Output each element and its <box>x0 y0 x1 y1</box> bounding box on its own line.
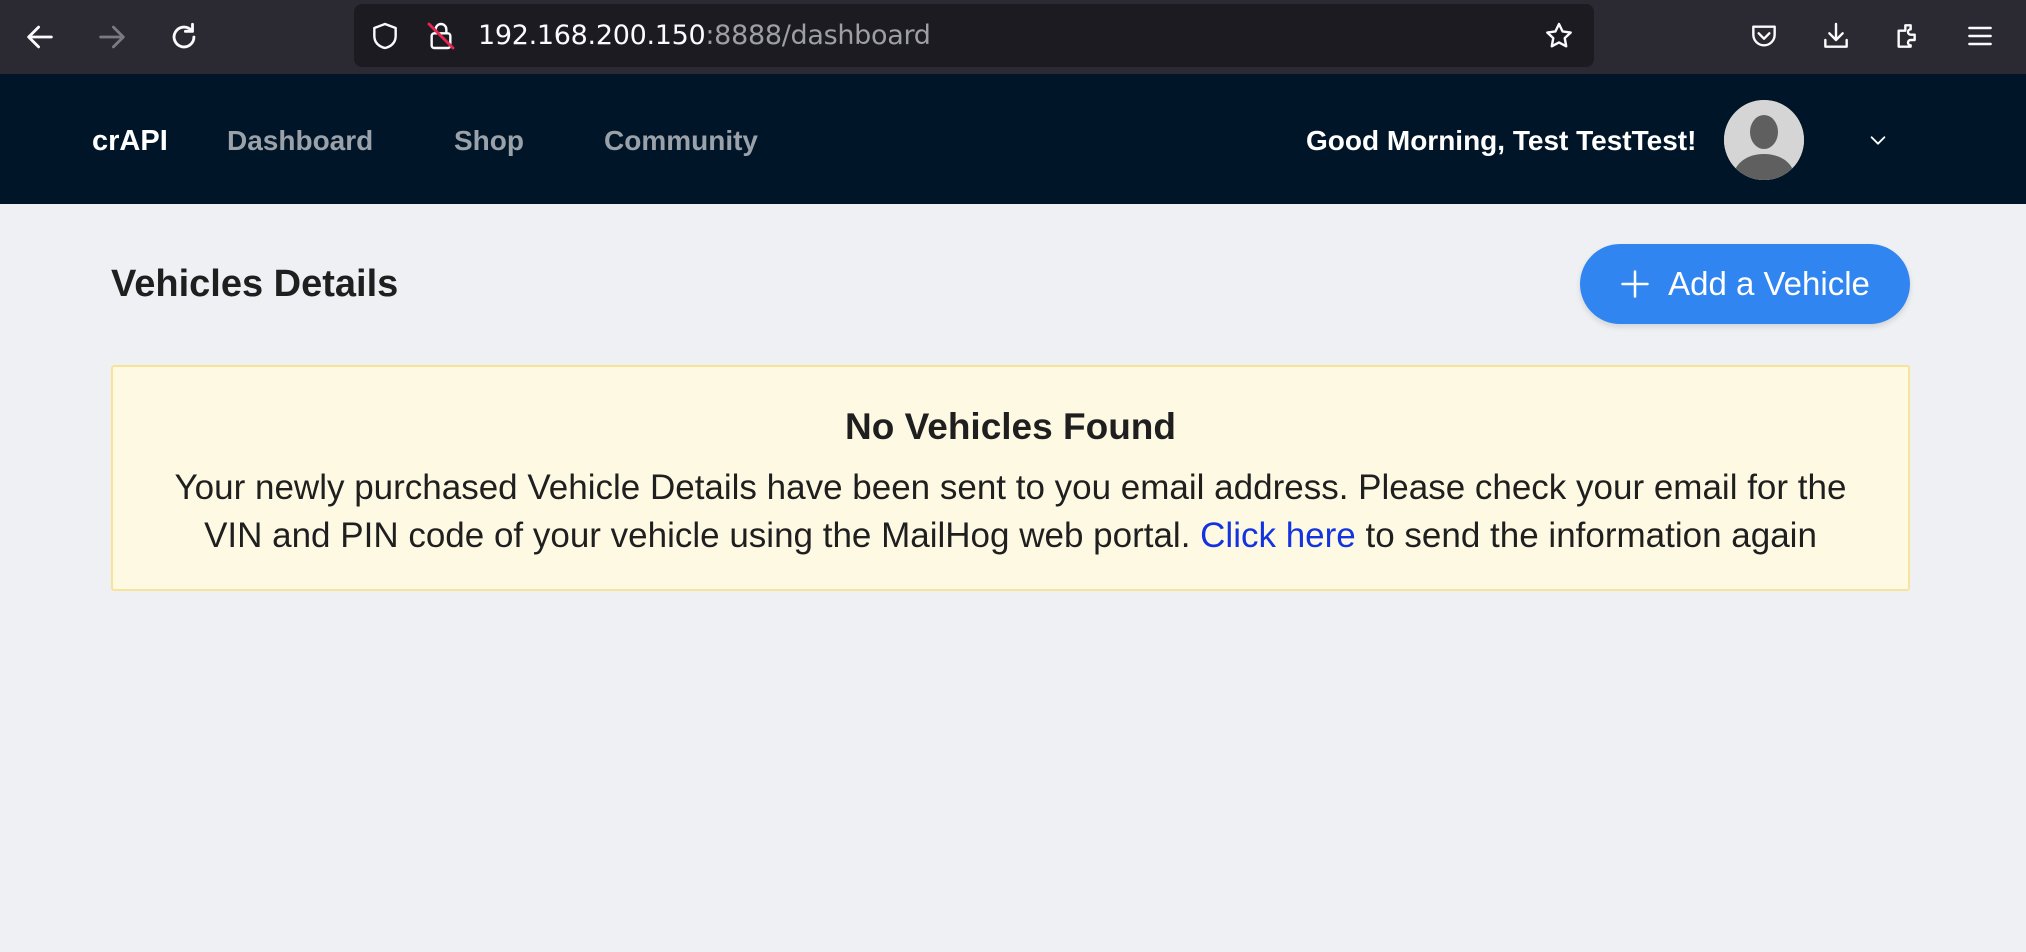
back-arrow-icon[interactable] <box>16 13 64 61</box>
nav-link-dashboard[interactable]: Dashboard <box>227 74 373 204</box>
alert-text-line2: VIN and PIN code of your vehicle using t… <box>204 516 1191 555</box>
avatar[interactable] <box>1724 100 1804 180</box>
browser-toolbar: 192.168.200.150:8888/dashboard <box>0 0 2026 74</box>
address-bar[interactable]: 192.168.200.150:8888/dashboard <box>354 4 1594 67</box>
user-silhouette-icon <box>1724 100 1804 180</box>
resend-info-link[interactable]: Click here <box>1200 516 1356 555</box>
chevron-down-icon[interactable] <box>1864 126 1892 154</box>
nav-link-community[interactable]: Community <box>604 74 758 204</box>
forward-arrow-icon[interactable] <box>88 13 136 61</box>
alert-text-after-link: to send the information again <box>1365 516 1817 555</box>
star-bookmark-icon[interactable] <box>1542 19 1576 53</box>
url-host: 192.168.200.150 <box>478 20 706 51</box>
extensions-icon[interactable] <box>1886 14 1930 58</box>
url-text[interactable]: 192.168.200.150:8888/dashboard <box>478 4 931 67</box>
download-icon[interactable] <box>1814 14 1858 58</box>
hamburger-menu-icon[interactable] <box>1958 14 2002 58</box>
url-path: :8888/dashboard <box>705 20 931 51</box>
alert-text-line1: Your newly purchased Vehicle Details hav… <box>174 468 1847 507</box>
app-navbar: crAPI Dashboard Shop Community Good Morn… <box>0 74 2026 204</box>
no-vehicles-alert: No Vehicles Found Your newly purchased V… <box>111 365 1910 591</box>
pocket-icon[interactable] <box>1742 14 1786 58</box>
shield-icon[interactable] <box>368 19 402 53</box>
plus-icon <box>1621 270 1649 298</box>
add-vehicle-button[interactable]: Add a Vehicle <box>1580 244 1910 324</box>
user-greeting: Good Morning, Test TestTest! <box>1306 125 1697 156</box>
add-vehicle-label: Add a Vehicle <box>1668 265 1870 302</box>
alert-title: No Vehicles Found <box>845 406 1176 447</box>
reload-icon[interactable] <box>160 13 208 61</box>
insecure-lock-icon[interactable] <box>424 19 458 53</box>
alert-message: Your newly purchased Vehicle Details hav… <box>113 464 1908 560</box>
page-title: Vehicles Details <box>111 263 399 305</box>
brand-logo[interactable]: crAPI <box>92 74 168 204</box>
nav-link-shop[interactable]: Shop <box>454 74 524 204</box>
